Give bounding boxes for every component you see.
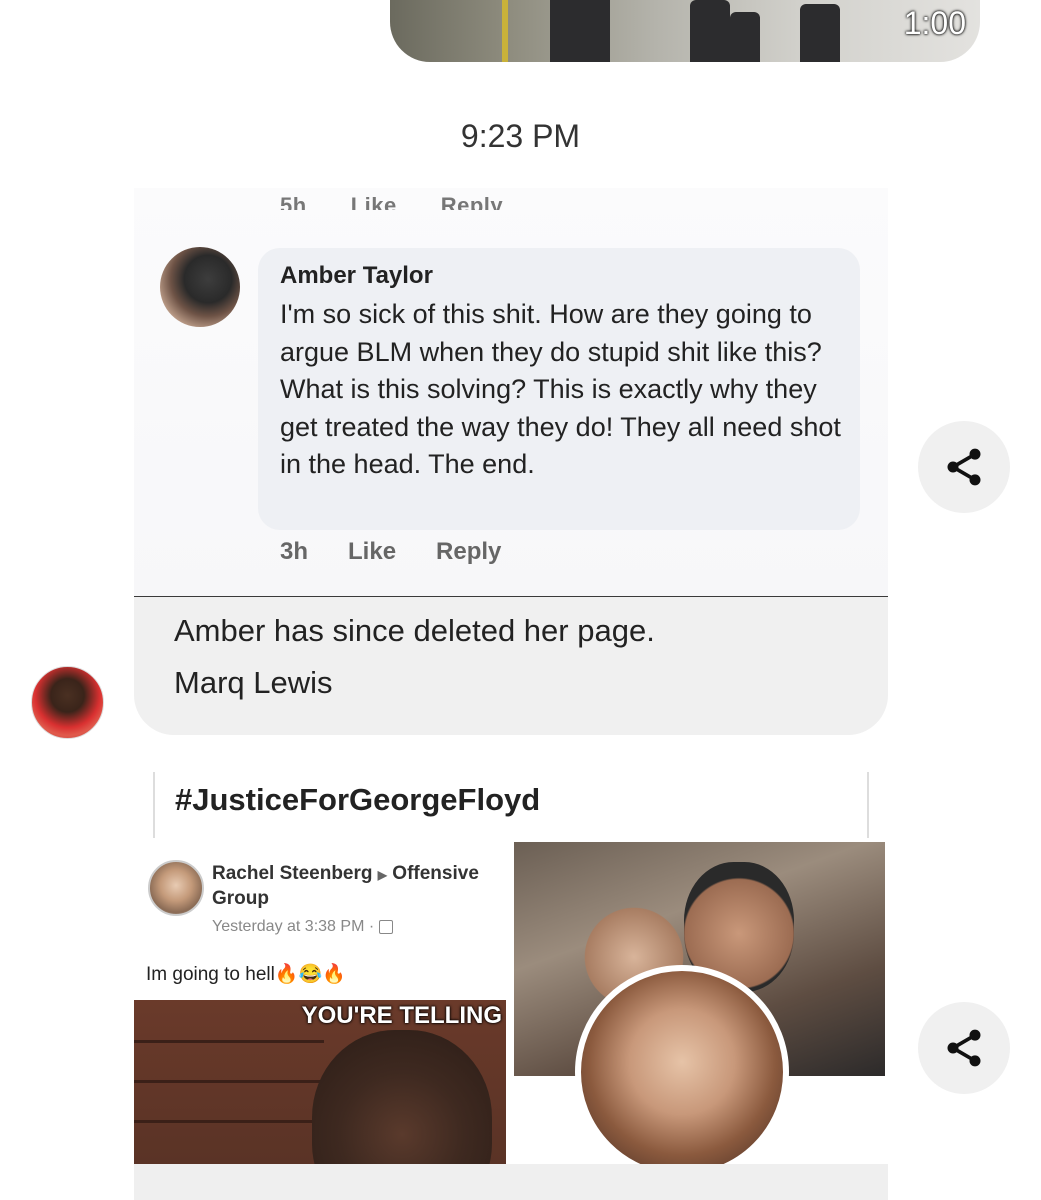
post-time: Yesterday at 3:38 PM ·	[212, 918, 393, 936]
comment-text: I'm so sick of this shit. How are they g…	[280, 299, 841, 479]
comment-screenshot[interactable]: 5h Like Reply Amber Taylor I'm so sick of …	[134, 188, 888, 599]
comment-reply: Reply	[436, 538, 502, 565]
poster-avatar	[148, 860, 204, 916]
sender-avatar[interactable]	[31, 666, 104, 739]
comment-actions: 3h Like Reply	[280, 538, 541, 566]
meme-caption: YOU'RE TELLING	[301, 1002, 502, 1029]
hashtag-card: #JusticeForGeorgeFloyd	[153, 772, 869, 838]
message-bubble-bottom	[134, 1164, 888, 1200]
message-timestamp: 9:23 PM	[460, 118, 581, 154]
poster-name: Rachel Steenberg ▶ Offensive Group	[212, 863, 479, 909]
message-caption-bubble[interactable]: Amber has since deleted her page. Marq L…	[134, 597, 888, 735]
share-icon	[947, 1029, 981, 1067]
post-text: Im going to hell🔥😂🔥	[146, 964, 346, 985]
comment-like: Like	[348, 538, 397, 565]
share-button[interactable]	[918, 421, 1010, 513]
facebook-post-screenshot[interactable]: Rachel Steenberg ▶ Offensive Group Yeste…	[134, 840, 512, 1010]
globe-icon	[378, 919, 393, 934]
meme-image[interactable]: YOU'RE TELLING	[134, 1000, 506, 1164]
hashtag: #JusticeForGeorgeFloyd	[175, 782, 541, 817]
profile-photo-circle	[575, 965, 789, 1179]
comment-time: 3h	[280, 538, 309, 565]
cut-off-comment-actions: 5h Like Reply	[280, 193, 504, 210]
share-button[interactable]	[918, 1002, 1010, 1094]
commenter-name: Amber Taylor	[280, 262, 433, 289]
comment-bubble: Amber Taylor I'm so sick of this shit. H…	[258, 248, 860, 530]
meme-face	[312, 1030, 492, 1164]
video-duration: 1:00	[903, 5, 966, 41]
caption-line: Marq Lewis	[174, 665, 333, 700]
commenter-avatar	[160, 247, 240, 327]
share-icon	[947, 448, 981, 486]
caption-line: Amber has since deleted her page.	[174, 613, 655, 648]
video-message[interactable]: 1:00	[390, 0, 980, 62]
